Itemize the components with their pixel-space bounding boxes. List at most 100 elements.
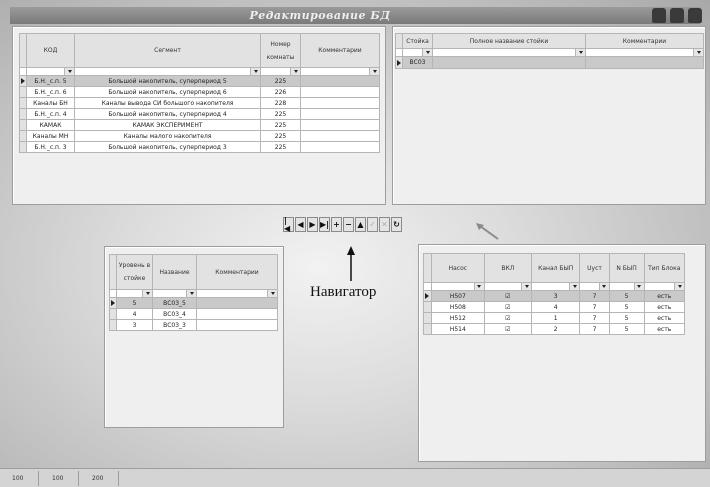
nav-prior-button[interactable]: ◀ — [295, 217, 306, 232]
filter-dropdown[interactable] — [432, 48, 586, 57]
table-cell[interactable] — [300, 108, 380, 120]
nav-last-button[interactable]: ▶| — [319, 217, 330, 232]
column-header[interactable]: N БЫП — [608, 253, 645, 283]
table-cell[interactable]: есть — [643, 323, 685, 335]
table-cell[interactable]: Большой накопитель, суперпериод 5 — [74, 75, 261, 87]
filter-dropdown[interactable] — [196, 289, 278, 298]
table-cell[interactable]: 228 — [260, 97, 301, 109]
table-cell[interactable]: ВС03_4 — [152, 308, 197, 320]
table-cell[interactable]: 7 — [579, 312, 610, 324]
nav-first-button[interactable]: |◀ — [283, 216, 294, 232]
table-row[interactable]: Н508 ☑ 4 7 5 есть — [423, 301, 685, 313]
table-row[interactable]: Б.Н._с.п. 5 Большой накопитель, суперпери… — [19, 75, 380, 87]
table-cell[interactable]: 7 — [579, 290, 610, 302]
minimize-button[interactable] — [652, 8, 666, 23]
table-cell[interactable]: 225 — [260, 108, 301, 120]
table-cell[interactable]: Н507 — [430, 290, 485, 302]
table-cell[interactable]: ☑ — [483, 323, 533, 335]
column-header[interactable]: Название — [152, 254, 197, 290]
levels-grid[interactable]: Уровень в стойке Название Комментарии 5В… — [109, 254, 278, 331]
table-cell[interactable] — [300, 119, 380, 131]
table-row[interactable]: КАМАК КАМАК ЭКСПЕРИМЕНТ 225 — [19, 119, 380, 131]
table-cell[interactable]: ВС03_5 — [152, 297, 197, 309]
table-cell[interactable]: 4 — [116, 308, 153, 320]
table-row[interactable]: 3 ВС03_3 — [109, 319, 278, 331]
table-row[interactable]: Каналы БН Каналы вывода СИ большого накоп… — [19, 97, 380, 109]
nav-edit-button[interactable]: ▲ — [355, 217, 366, 232]
filter-dropdown[interactable] — [608, 282, 645, 291]
filter-dropdown[interactable] — [26, 67, 75, 76]
chevron-down-icon[interactable] — [598, 283, 609, 290]
pumps-grid[interactable]: Насос ВКЛ Канал БЫП Uуст N БЫП Тип Блока — [423, 253, 685, 335]
table-cell[interactable] — [300, 97, 380, 109]
filter-dropdown[interactable] — [152, 289, 197, 298]
table-cell[interactable] — [300, 141, 380, 153]
chevron-down-icon[interactable] — [290, 68, 300, 75]
filter-dropdown[interactable] — [585, 48, 704, 57]
table-cell[interactable]: 5 — [116, 297, 153, 309]
filter-dropdown[interactable] — [402, 48, 433, 57]
table-row[interactable]: 4 ВС03_4 — [109, 308, 278, 320]
column-header[interactable]: Комментарии — [585, 33, 704, 49]
table-cell[interactable] — [196, 308, 278, 320]
table-cell[interactable]: Н508 — [430, 301, 485, 313]
chevron-down-icon[interactable] — [521, 283, 531, 290]
racks-grid[interactable]: Стойка Полное название стойки Комментари… — [395, 33, 704, 69]
table-cell[interactable]: Б.Н._с.п. 5 — [26, 75, 75, 87]
column-header[interactable]: Номер комнаты — [260, 33, 301, 68]
table-cell[interactable]: ☑ — [483, 301, 533, 313]
segments-grid[interactable]: КОД Сегмент Номер комнаты Комментарии Б.… — [19, 33, 380, 153]
table-cell[interactable]: 3 — [530, 290, 581, 302]
table-cell[interactable]: КАМАК — [26, 119, 75, 131]
chevron-down-icon[interactable] — [369, 68, 379, 75]
table-row[interactable]: Б.Н._с.п. 4 Большой накопитель, суперпери… — [19, 108, 380, 120]
table-cell[interactable]: Б.Н._с.п. 4 — [26, 108, 75, 120]
column-header[interactable]: Комментарии — [300, 33, 380, 68]
column-header[interactable]: Комментарии — [196, 254, 278, 290]
table-cell[interactable]: 225 — [260, 75, 301, 87]
chevron-down-icon[interactable] — [64, 68, 74, 75]
filter-dropdown[interactable] — [300, 67, 380, 76]
chevron-down-icon[interactable] — [674, 283, 684, 290]
table-cell[interactable]: ВС03 — [402, 56, 433, 69]
filter-dropdown[interactable] — [430, 282, 485, 291]
column-header[interactable]: Тип Блока — [643, 253, 685, 283]
column-header[interactable]: Сегмент — [74, 33, 261, 68]
table-cell[interactable]: ☑ — [483, 312, 533, 324]
table-cell[interactable]: 225 — [260, 119, 301, 131]
table-cell[interactable]: 1 — [530, 312, 581, 324]
table-cell[interactable]: 225 — [260, 141, 301, 153]
table-cell[interactable] — [300, 86, 380, 98]
nav-refresh-button[interactable]: ↻ — [391, 217, 402, 232]
table-cell[interactable]: 2 — [530, 323, 581, 335]
column-header[interactable]: Насос — [430, 253, 485, 283]
table-cell[interactable]: Б.Н._с.п. 6 — [26, 86, 75, 98]
column-header[interactable]: Канал БЫП — [530, 253, 581, 283]
table-cell[interactable] — [196, 319, 278, 331]
nav-delete-button[interactable]: − — [343, 217, 354, 232]
table-row[interactable]: 5 ВС03_5 — [109, 297, 278, 309]
table-row[interactable]: Каналы МН Каналы малого накопителя 225 — [19, 130, 380, 142]
table-cell[interactable]: Н512 — [430, 312, 485, 324]
table-row[interactable]: Б.Н._с.п. 3 Большой накопитель, суперпери… — [19, 141, 380, 153]
filter-dropdown[interactable] — [74, 67, 261, 76]
table-cell[interactable]: 5 — [608, 301, 645, 313]
table-cell[interactable]: 5 — [608, 312, 645, 324]
table-cell[interactable]: КАМАК ЭКСПЕРИМЕНТ — [74, 119, 261, 131]
table-cell[interactable]: 5 — [608, 290, 645, 302]
filter-dropdown[interactable] — [116, 289, 153, 298]
column-header[interactable]: КОД — [26, 33, 75, 68]
chevron-down-icon[interactable] — [186, 290, 196, 297]
filter-dropdown[interactable] — [260, 67, 301, 76]
maximize-button[interactable] — [670, 8, 684, 23]
table-cell[interactable]: Большой накопитель, суперпериод 4 — [74, 108, 261, 120]
table-cell[interactable]: 226 — [260, 86, 301, 98]
chevron-down-icon[interactable] — [142, 290, 152, 297]
table-cell[interactable] — [300, 130, 380, 142]
table-cell[interactable]: есть — [643, 290, 685, 302]
table-cell[interactable]: Каналы МН — [26, 130, 75, 142]
table-cell[interactable]: 5 — [608, 323, 645, 335]
table-cell[interactable]: ВС03_3 — [152, 319, 197, 331]
table-row[interactable]: Н514 ☑ 2 7 5 есть — [423, 323, 685, 335]
chevron-down-icon[interactable] — [422, 49, 432, 56]
